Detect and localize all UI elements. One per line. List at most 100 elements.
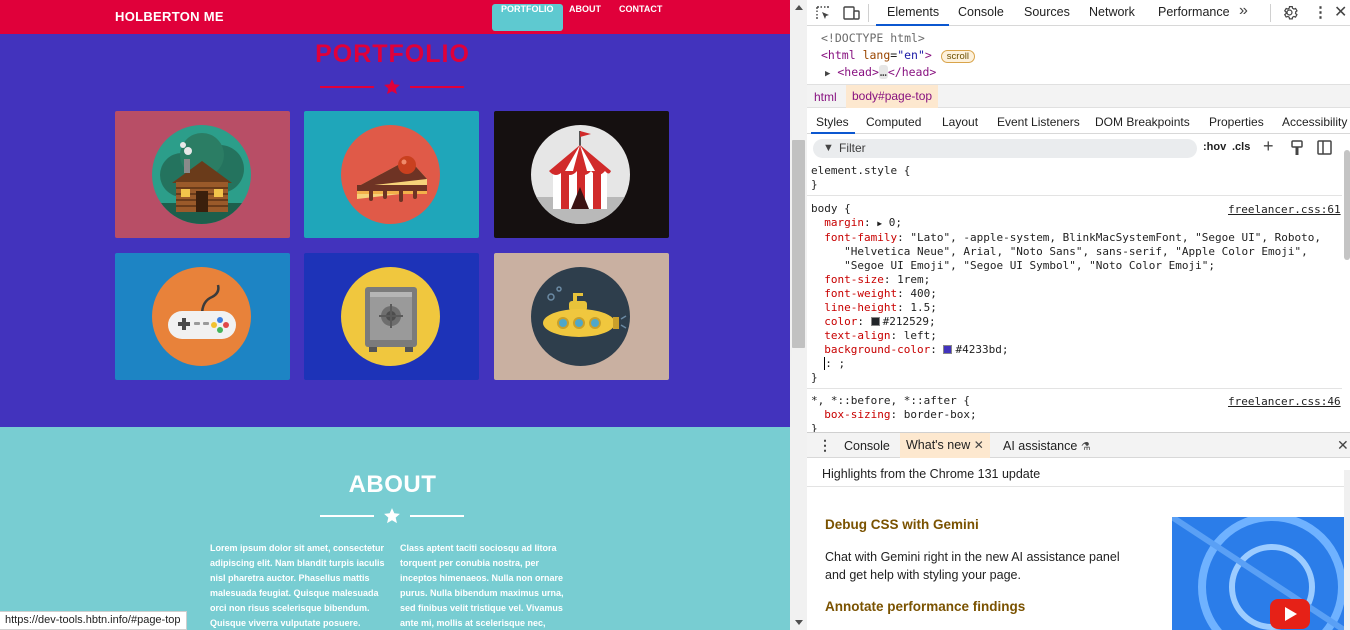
tab-sources[interactable]: Sources xyxy=(1024,5,1070,19)
source-link-freelancer-46[interactable]: freelancer.css:46 xyxy=(1228,395,1341,408)
devtools-panel: Elements Console Sources Network Perform… xyxy=(807,0,1350,630)
tab-accessibility[interactable]: Accessibility xyxy=(1282,115,1347,129)
tab-elements[interactable]: Elements xyxy=(887,5,939,19)
tab-console[interactable]: Console xyxy=(958,5,1004,19)
prop-font-family[interactable]: font-family xyxy=(824,231,897,244)
styles-filter-input[interactable]: ▼ Filter xyxy=(813,139,1197,158)
value-color[interactable]: #212529; xyxy=(883,315,936,328)
brand-logo-link[interactable]: HOLBERTON ME xyxy=(115,9,224,24)
youtube-play-icon[interactable] xyxy=(1270,599,1310,629)
value-box-sizing[interactable]: border-box; xyxy=(904,408,977,421)
nav-link-about[interactable]: ABOUT xyxy=(560,4,610,31)
tab-event-listeners[interactable]: Event Listeners xyxy=(997,115,1080,129)
nav-link-contact[interactable]: CONTACT xyxy=(610,4,671,31)
inspect-element-icon[interactable] xyxy=(815,5,831,21)
portfolio-item-circus[interactable] xyxy=(494,111,669,238)
element-style-rule[interactable]: element.style { } xyxy=(811,164,910,192)
dom-html-node[interactable]: <html lang="en"> scroll xyxy=(821,48,975,63)
styles-scrollbar-thumb[interactable] xyxy=(1344,150,1350,260)
body-selector: body { xyxy=(811,202,851,215)
value-font-weight[interactable]: 400; xyxy=(910,287,937,300)
flask-icon: ⚗ xyxy=(1080,441,1091,453)
value-font-family-line2: "Helvetica Neue", Arial, "Noto Sans", sa… xyxy=(844,245,1308,258)
value-font-size[interactable]: 1rem; xyxy=(897,273,930,286)
safe-icon xyxy=(341,267,440,366)
portfolio-item-cabin[interactable] xyxy=(115,111,290,238)
universal-selector: *, *::before, *::after { xyxy=(811,394,970,407)
close-tab-icon[interactable]: ✕ xyxy=(974,438,984,452)
new-style-rule-plus-icon[interactable]: + xyxy=(1263,136,1274,157)
portfolio-item-safe[interactable] xyxy=(304,253,479,380)
tab-dom-breakpoints[interactable]: DOM Breakpoints xyxy=(1095,115,1190,129)
star-icon xyxy=(384,508,400,524)
more-options-kebab-icon[interactable]: ⋮ xyxy=(1313,3,1328,21)
paint-brush-icon[interactable] xyxy=(1290,140,1304,156)
scrollbar-thumb[interactable] xyxy=(792,140,805,348)
prop-margin[interactable]: margin xyxy=(824,216,864,229)
drawer-menu-kebab-icon[interactable]: ⋮ xyxy=(818,437,832,454)
prop-background-color[interactable]: background-color xyxy=(824,343,930,356)
drawer-tab-console[interactable]: Console xyxy=(844,439,890,453)
new-property-editor[interactable]: : ; xyxy=(824,357,846,370)
scroll-down-arrow-icon[interactable] xyxy=(795,620,803,625)
rule-divider xyxy=(807,388,1342,389)
expand-triangle-icon[interactable]: ▶ xyxy=(825,69,830,79)
tab-computed[interactable]: Computed xyxy=(866,115,921,129)
active-tab-indicator xyxy=(876,24,949,26)
breadcrumb-html[interactable]: html xyxy=(814,90,837,104)
tab-network[interactable]: Network xyxy=(1089,5,1135,19)
close-drawer-icon[interactable]: ✕ xyxy=(1337,437,1349,454)
tab-layout[interactable]: Layout xyxy=(942,115,978,129)
prop-font-size[interactable]: font-size xyxy=(824,273,884,286)
rule-close-brace: } xyxy=(811,371,818,384)
toolbar-separator xyxy=(1270,4,1271,22)
prop-color[interactable]: color xyxy=(824,315,857,328)
whats-new-heading: Highlights from the Chrome 131 update xyxy=(822,467,1041,481)
hover-state-toggle[interactable]: :hov xyxy=(1203,141,1226,153)
video-thumbnail[interactable] xyxy=(1172,517,1344,630)
portfolio-item-game[interactable] xyxy=(115,253,290,380)
sidebar-toggle-icon[interactable] xyxy=(1317,140,1332,155)
nav-link-portfolio[interactable]: PORTFOLIO xyxy=(492,4,563,31)
drawer-tab-ai-assistance[interactable]: AI assistance ⚗ xyxy=(1003,439,1091,453)
color-swatch[interactable] xyxy=(870,317,880,326)
value-text-align[interactable]: left; xyxy=(904,329,937,342)
prop-box-sizing[interactable]: box-sizing xyxy=(824,408,890,421)
source-link-freelancer-61[interactable]: freelancer.css:61 xyxy=(1228,203,1341,216)
class-toggle[interactable]: .cls xyxy=(1232,141,1250,153)
prop-text-align[interactable]: text-align xyxy=(824,329,890,342)
prop-line-height[interactable]: line-height xyxy=(824,301,897,314)
prop-font-weight[interactable]: font-weight xyxy=(824,287,897,300)
portfolio-item-cake[interactable] xyxy=(304,111,479,238)
page-scrollbar[interactable] xyxy=(790,0,807,630)
tab-performance[interactable]: Performance xyxy=(1158,5,1230,19)
value-font-family-line1[interactable]: "Lato", -apple-system, BlinkMacSystemFon… xyxy=(910,231,1321,244)
more-tabs-chevron-icon[interactable]: » xyxy=(1239,2,1248,20)
drawer-tab-whats-new[interactable]: What's new ✕ xyxy=(900,433,990,458)
color-swatch[interactable] xyxy=(943,345,953,354)
dom-head-node[interactable]: ▶ <head>…</head> xyxy=(825,65,936,79)
value-margin[interactable]: 0; xyxy=(889,216,902,229)
about-text-right: Class aptent taciti sociosqu ad litora t… xyxy=(400,543,564,628)
portfolio-item-submarine[interactable] xyxy=(494,253,669,380)
tab-properties[interactable]: Properties xyxy=(1209,115,1264,129)
feature-title-debug-css[interactable]: Debug CSS with Gemini xyxy=(825,517,979,532)
settings-gear-icon[interactable] xyxy=(1281,4,1298,21)
play-triangle-icon xyxy=(1285,607,1297,621)
close-devtools-icon[interactable]: ✕ xyxy=(1334,2,1347,22)
feature-title-annotate-performance[interactable]: Annotate performance findings xyxy=(825,599,1025,614)
dom-doctype[interactable]: <!DOCTYPE html> xyxy=(821,31,925,45)
tab-styles[interactable]: Styles xyxy=(816,115,849,129)
drawer-tab-ai-assistance-label: AI assistance xyxy=(1003,439,1078,453)
universal-style-rule[interactable]: *, *::before, *::after { box-sizing: bor… xyxy=(811,394,977,436)
drawer-scrollbar[interactable] xyxy=(1344,470,1350,630)
dom-collapsed-ellipsis[interactable]: … xyxy=(878,65,888,79)
breadcrumb-body[interactable]: body#page-top xyxy=(846,85,939,108)
body-style-rule[interactable]: body { margin: ▶ 0; font-family: "Lato",… xyxy=(811,202,1321,385)
portfolio-heading: PORTFOLIO xyxy=(315,40,470,68)
scroll-up-arrow-icon[interactable] xyxy=(795,5,803,10)
value-line-height[interactable]: 1.5; xyxy=(910,301,937,314)
device-toolbar-icon[interactable] xyxy=(843,5,860,21)
scroll-badge[interactable]: scroll xyxy=(940,50,975,63)
value-background-color[interactable]: #4233bd; xyxy=(955,343,1008,356)
